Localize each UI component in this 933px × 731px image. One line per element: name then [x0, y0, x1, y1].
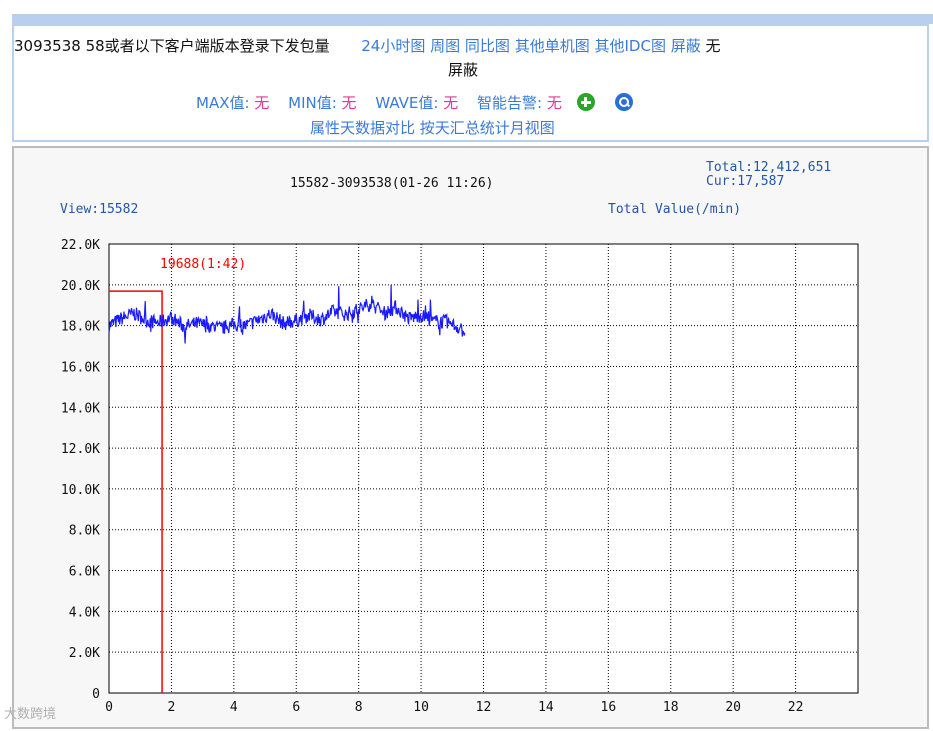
y-tick-label: 2.0K: [69, 646, 100, 661]
y-tick-label: 14.0K: [61, 401, 100, 416]
x-tick-label: 2: [168, 700, 176, 715]
x-tick-label: 18: [663, 700, 679, 715]
x-tick-label: 10: [413, 700, 429, 715]
y-tick-label: 20.0K: [61, 279, 100, 294]
y-tick-label: 4.0K: [69, 605, 100, 620]
x-tick-label: 22: [788, 700, 804, 715]
x-axis-ticks: 0 2 4 6 8 10 12 14 16 18 20 22: [105, 700, 803, 715]
cur-label: Cur:17,587: [706, 174, 784, 189]
x-tick-label: 20: [725, 700, 741, 715]
total-value-label: Total Value(/min): [608, 202, 741, 217]
x-tick-label: 16: [601, 700, 617, 715]
total-label: Total:12,412,651: [706, 160, 831, 175]
view-label: View:15582: [60, 202, 138, 217]
watermark: 大数跨境: [4, 707, 57, 722]
y-tick-label: 12.0K: [61, 442, 100, 457]
y-tick-label: 6.0K: [69, 565, 100, 580]
y-tick-label: 0: [92, 687, 100, 702]
peak-marker-label: 19688(1:42): [160, 257, 246, 272]
y-axis-ticks: 0 2.0K 4.0K 6.0K 8.0K 10.0K 12.0K 14.0K 16.0K 18.…: [61, 238, 100, 702]
x-tick-label: 6: [292, 700, 300, 715]
y-tick-label: 16.0K: [61, 360, 100, 375]
y-tick-label: 18.0K: [61, 320, 100, 335]
x-tick-label: 4: [230, 700, 238, 715]
chart-svg: 0 2.0K 4.0K 6.0K 8.0K 10.0K 12.0K 14.0K 16.0K 18.…: [60, 160, 859, 715]
chart-title: 15582-3093538(01-26 11:26): [290, 176, 494, 191]
y-tick-label: 22.0K: [61, 238, 100, 253]
x-tick-label: 8: [355, 700, 363, 715]
y-tick-label: 8.0K: [69, 524, 100, 539]
x-tick-label: 0: [105, 700, 113, 715]
x-tick-label: 12: [476, 700, 492, 715]
y-tick-label: 10.0K: [61, 483, 100, 498]
x-tick-label: 14: [538, 700, 554, 715]
